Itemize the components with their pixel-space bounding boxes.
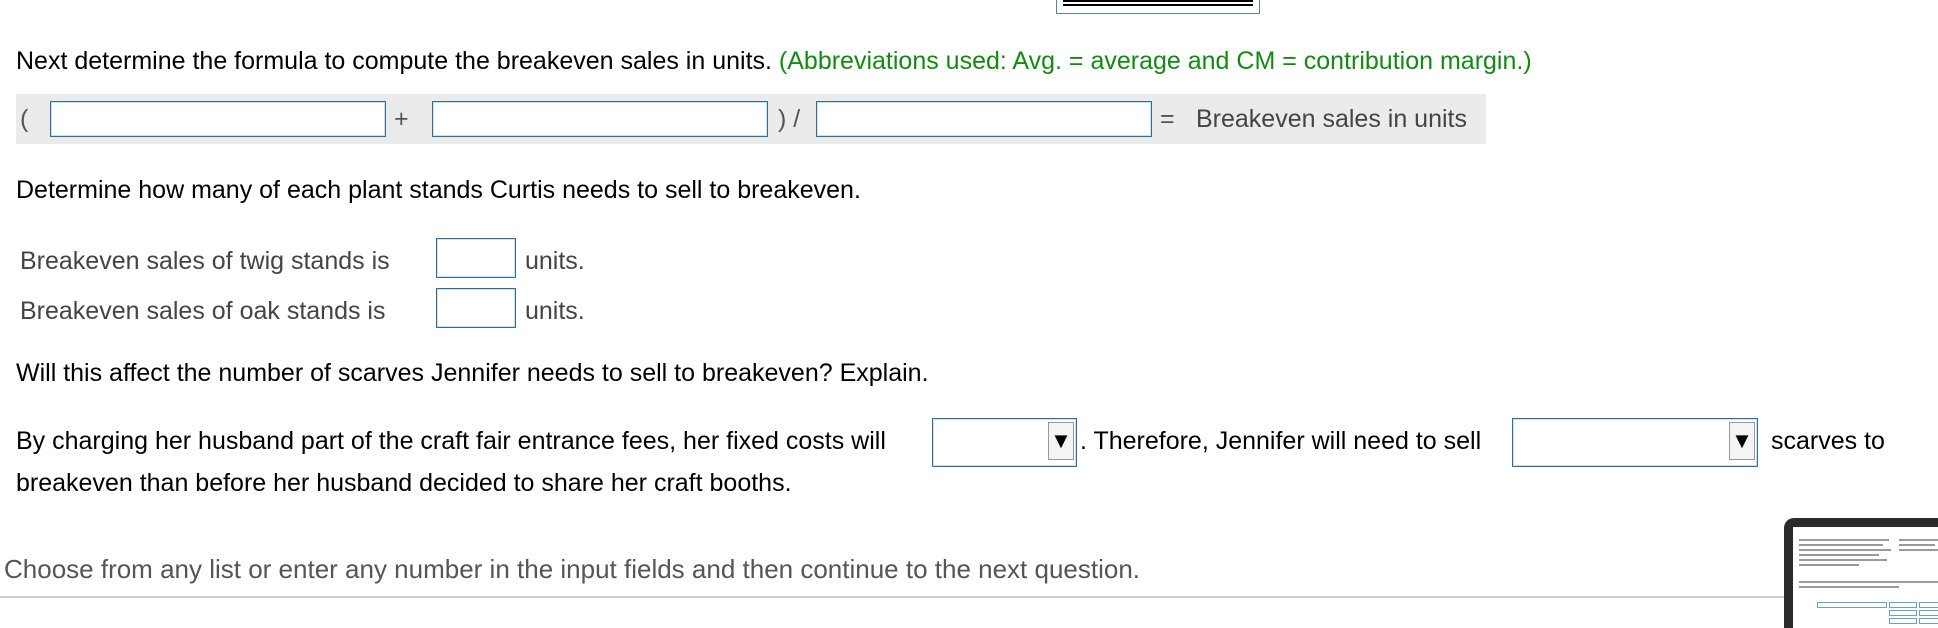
- question-preview-thumbnail[interactable]: [1784, 518, 1938, 628]
- footer-divider: [0, 596, 1938, 598]
- breakeven-instruction: Determine how many of each plant stands …: [16, 176, 861, 204]
- formula-instruction-text: Next determine the formula to compute th…: [16, 47, 772, 75]
- total-underline: [1063, 0, 1253, 2]
- twig-stands-input[interactable]: [436, 238, 516, 278]
- twig-stands-label: Breakeven sales of twig stands is: [20, 247, 390, 275]
- fixed-costs-sentence-part3: scarves to: [1771, 427, 1885, 455]
- scarves-question: Will this affect the number of scarves J…: [16, 359, 929, 387]
- formula-input-2[interactable]: [432, 101, 768, 137]
- fixed-costs-sentence-part2: . Therefore, Jennifer will need to sell: [1080, 427, 1482, 455]
- breakeven-formula-row: ( + ) / = Breakeven sales in units: [16, 94, 1486, 144]
- formula-input-3[interactable]: [816, 101, 1152, 137]
- oak-stands-label: Breakeven sales of oak stands is: [20, 297, 386, 325]
- fixed-costs-sentence-part1: By charging her husband part of the craf…: [16, 427, 886, 455]
- twig-units-label: units.: [525, 247, 585, 275]
- fixed-costs-sentence-line2: breakeven than before her husband decide…: [16, 469, 792, 497]
- oak-stands-input[interactable]: [436, 288, 516, 328]
- oak-units-label: units.: [525, 297, 585, 325]
- equals-sign: =: [1160, 105, 1175, 133]
- formula-input-1[interactable]: [50, 101, 386, 137]
- fixed-costs-dropdown[interactable]: ▼: [932, 418, 1077, 467]
- double-underline: [1063, 4, 1253, 6]
- thumbnail-screen: [1793, 527, 1938, 628]
- abbreviation-note: (Abbreviations used: Avg. = average and …: [778, 47, 1532, 75]
- chevron-down-icon: ▼: [1729, 422, 1755, 460]
- formula-instruction: Next determine the formula to compute th…: [16, 45, 1532, 77]
- breakeven-units-label: Breakeven sales in units: [1196, 105, 1467, 133]
- chevron-down-icon: ▼: [1048, 422, 1074, 460]
- plus-sign: +: [394, 105, 409, 133]
- previous-answer-box: [1056, 0, 1260, 14]
- footer-hint: Choose from any list or enter any number…: [4, 554, 1141, 584]
- close-paren-divide: ) /: [778, 105, 801, 133]
- scarves-quantity-dropdown[interactable]: ▼: [1512, 418, 1758, 467]
- open-paren: (: [20, 105, 29, 133]
